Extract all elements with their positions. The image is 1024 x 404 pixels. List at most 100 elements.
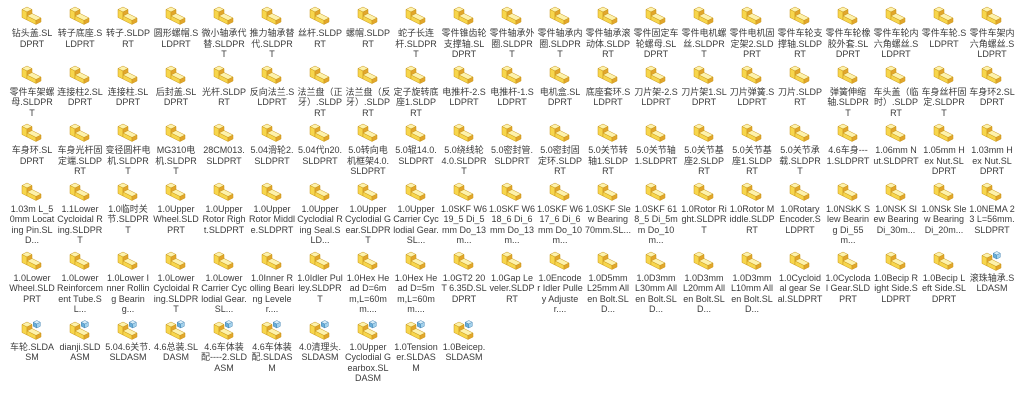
file-item[interactable]: 4.6总装.SLDASM — [152, 315, 200, 384]
file-item[interactable]: 连接柱2.SLDPRT — [56, 60, 104, 119]
file-item[interactable]: 5.0关节承载.SLDPRT — [776, 118, 824, 177]
file-item[interactable]: 定子旋转底座1.SLDPRT — [392, 60, 440, 119]
file-item[interactable]: 1.0Rotor Right.SLDPRT — [680, 177, 728, 246]
file-item[interactable]: 1.0GT2 20T 6.35D.SLDPRT — [440, 246, 488, 315]
file-item[interactable]: 车身丝杆固定.SLDPRT — [920, 60, 968, 119]
file-item[interactable]: 连接柱.SLDPRT — [104, 60, 152, 119]
file-item[interactable]: 5.0关节转轴1.SLDPRT — [584, 118, 632, 177]
file-item[interactable]: 刀片架-2.SLDPRT — [632, 60, 680, 119]
file-item[interactable]: 变径圆杆电机.SLDPRT — [104, 118, 152, 177]
file-item[interactable]: 1.0Upper Rotor Middle.SLDPRT — [248, 177, 296, 246]
file-item[interactable]: 5.04滑轮2.SLDPRT — [248, 118, 296, 177]
file-item[interactable]: 光杆.SLDPRT — [200, 60, 248, 119]
file-item[interactable]: 1.0D3mm L10mm Allen Bolt.SLD... — [728, 246, 776, 315]
file-item[interactable]: 零件车架螺母.SLDPRT — [8, 60, 56, 119]
file-item[interactable]: 转子.SLDPRT — [104, 1, 152, 60]
file-item[interactable]: 1.0NEMA 23 L=56mm.SLDPRT — [968, 177, 1016, 246]
file-item[interactable]: 1.0SKF W618_6 Di_6mm Do_13m... — [488, 177, 536, 246]
file-item[interactable]: 零件电机螺丝.SLDPRT — [680, 1, 728, 60]
file-item[interactable]: 1.0Lower Wheel.SLDPRT — [8, 246, 56, 315]
file-item[interactable]: 5.0密封固定环.SLDPRT — [536, 118, 584, 177]
file-item[interactable]: 底座套环.SLDPRT — [584, 60, 632, 119]
file-item[interactable]: 法兰盘（反牙）.SLDPRT — [344, 60, 392, 119]
file-item[interactable]: 车轮.SLDASM — [8, 315, 56, 384]
file-item[interactable]: 1.0NSk Slew Bearing Di_20m... — [920, 177, 968, 246]
file-item[interactable]: 微小轴承代替.SLDPRT — [200, 1, 248, 60]
file-item[interactable]: 1.0Cyclodal Gear.SLDPRT — [824, 246, 872, 315]
file-item[interactable]: 1.0Lower Reinforcement Tube.SL... — [56, 246, 104, 315]
file-item[interactable]: 1.05mm Hex Nut.SLDPRT — [920, 118, 968, 177]
file-item[interactable]: 零件车轮橡胶外套.SLDPRT — [824, 1, 872, 60]
file-item[interactable]: 1.0Upper Rotor Right.SLDPRT — [200, 177, 248, 246]
file-item[interactable]: 1.0NSK Slew Bearing Di_30m... — [872, 177, 920, 246]
file-item[interactable]: 电推杆-2.SLDPRT — [440, 60, 488, 119]
file-item[interactable]: 零件轴承内圈.SLDPRT — [536, 1, 584, 60]
file-item[interactable]: 1.0SKF Slew Bearing 70mm.SL... — [584, 177, 632, 246]
file-item[interactable]: 1.0Encoder Idler Pulley Adjuster.... — [536, 246, 584, 315]
file-item[interactable]: 1.0Upper Cyclodial Gear.SLDPRT — [344, 177, 392, 246]
file-item[interactable]: 4.6车身---1.SLDPRT — [824, 118, 872, 177]
file-item[interactable]: 丝杆.SLDPRT — [296, 1, 344, 60]
file-item[interactable]: 零件电机固定架2.SLDPRT — [728, 1, 776, 60]
file-item[interactable]: 1.0Idler Pulley.SLDPRT — [296, 246, 344, 315]
file-item[interactable]: 法兰盘（正牙）.SLDPRT — [296, 60, 344, 119]
file-item[interactable]: 1.0Upper Cyclodial Ring Seal.SLD... — [296, 177, 344, 246]
file-item[interactable]: 1.0Beicep.SLDASM — [440, 315, 488, 384]
file-item[interactable]: dianji.SLDASM — [56, 315, 104, 384]
file-item[interactable]: 1.0临时关节.SLDPRT — [104, 177, 152, 246]
file-item[interactable]: 1.0SKF 618_5 Di_5mm Do_10m... — [632, 177, 680, 246]
file-item[interactable]: 4.6车体装配.SLDASM — [248, 315, 296, 384]
file-item[interactable]: 1.0D3mm L30mm Allen Bolt.SLD... — [632, 246, 680, 315]
file-item[interactable]: 车身光杆固定端.SLDPRT — [56, 118, 104, 177]
file-item[interactable]: 车头盖（临时）.SLDPRT — [872, 60, 920, 119]
file-item[interactable]: 推力轴承替代.SLDPRT — [248, 1, 296, 60]
file-item[interactable]: 1.06mm Nut.SLDPRT — [872, 118, 920, 177]
file-item[interactable]: 5.0绕线轮4.0.SLDPRT — [440, 118, 488, 177]
file-item[interactable]: 车身环2.SLDPRT — [968, 60, 1016, 119]
file-item[interactable]: 5.0关节轴1.SLDPRT — [632, 118, 680, 177]
file-item[interactable]: 零件固定车轮螺母.SLDPRT — [632, 1, 680, 60]
file-item[interactable]: 1.0Inner Rolling Bearing Leveler.... — [248, 246, 296, 315]
file-item[interactable]: 零件车轮内六角螺丝.SLDPRT — [872, 1, 920, 60]
file-item[interactable]: 1.0Rotary Encoder.SLDPRT — [776, 177, 824, 246]
file-item[interactable]: 4.0清理头.SLDASM — [296, 315, 344, 384]
file-item[interactable]: 5.0转向电机框架4.0.SLDPRT — [344, 118, 392, 177]
file-item[interactable]: 1.0Rotor Middle.SLDPRT — [728, 177, 776, 246]
file-item[interactable]: 圆形螺帽.SLDPRT — [152, 1, 200, 60]
file-item[interactable]: 5.0辊14.0.SLDPRT — [392, 118, 440, 177]
file-item[interactable]: 刀片.SLDPRT — [776, 60, 824, 119]
file-item[interactable]: 零件轴承外圈.SLDPRT — [488, 1, 536, 60]
file-item[interactable]: 4.6车体装配----2.SLDASM — [200, 315, 248, 384]
file-item[interactable]: MG310电机.SLDPRT — [152, 118, 200, 177]
file-item[interactable]: 零件轴承滚动体.SLDPRT — [584, 1, 632, 60]
file-item[interactable]: 零件锥齿轮支撑轴.SLDPRT — [440, 1, 488, 60]
file-item[interactable]: 1.0Hex Head D=5mm,L=60mm.... — [392, 246, 440, 315]
file-item[interactable]: 1.0D5mm L25mm Allen Bolt.SLD... — [584, 246, 632, 315]
file-item[interactable]: 零件车架内六角螺丝.SLDPRT — [968, 1, 1016, 60]
file-item[interactable]: 零件车轮.SLDPRT — [920, 1, 968, 60]
file-item[interactable]: 滚珠轴承.SLDASM — [968, 246, 1016, 315]
file-item[interactable]: 刀片弹簧.SLDPRT — [728, 60, 776, 119]
file-item[interactable]: 1.0NSkK Slew Bearing Di_55m... — [824, 177, 872, 246]
file-item[interactable]: 弹簧伸缩轴.SLDPRT — [824, 60, 872, 119]
file-item[interactable]: 1.0Becip Right Side.SLDPRT — [872, 246, 920, 315]
file-item[interactable]: 1.0SKF W619_5 Di_5mm Do_13m... — [440, 177, 488, 246]
file-item[interactable]: 1.0Upper Wheel.SLDPRT — [152, 177, 200, 246]
file-item[interactable]: 5.0关节基座1.SLDPRT — [728, 118, 776, 177]
file-item[interactable]: 1.0Gap Leveler.SLDPRT — [488, 246, 536, 315]
file-item[interactable]: 5.04.6关节.SLDASM — [104, 315, 152, 384]
file-item[interactable]: 1.0SKF W617_6 Di_6mm Do_10m... — [536, 177, 584, 246]
file-item[interactable]: 刀片架1.SLDPRT — [680, 60, 728, 119]
file-item[interactable]: 1.0Lower Cycloidal Ring.SLDPRT — [152, 246, 200, 315]
file-item[interactable]: 蛇子长连杆.SLDPRT — [392, 1, 440, 60]
file-item[interactable]: 1.0Upper Carrier Cyclodial Gear.SL... — [392, 177, 440, 246]
file-item[interactable]: 1.03m L_50mm Locating Pin.SLD... — [8, 177, 56, 246]
file-item[interactable]: 零件车轮支撑轴.SLDPRT — [776, 1, 824, 60]
file-item[interactable]: 5.04代n20.SLDPRT — [296, 118, 344, 177]
file-item[interactable]: 反向法兰.SLDPRT — [248, 60, 296, 119]
file-item[interactable]: 1.03mm Hex Nut.SLDPRT — [968, 118, 1016, 177]
file-item[interactable]: 1.0Hex Head D=6mm,L=60mm.... — [344, 246, 392, 315]
file-item[interactable]: 5.0密封管.SLDPRT — [488, 118, 536, 177]
file-item[interactable]: 1.0D3mm L20mm Allen Bolt.SLD... — [680, 246, 728, 315]
file-item[interactable]: 1.0Lower Inner Rolling Bearing... — [104, 246, 152, 315]
